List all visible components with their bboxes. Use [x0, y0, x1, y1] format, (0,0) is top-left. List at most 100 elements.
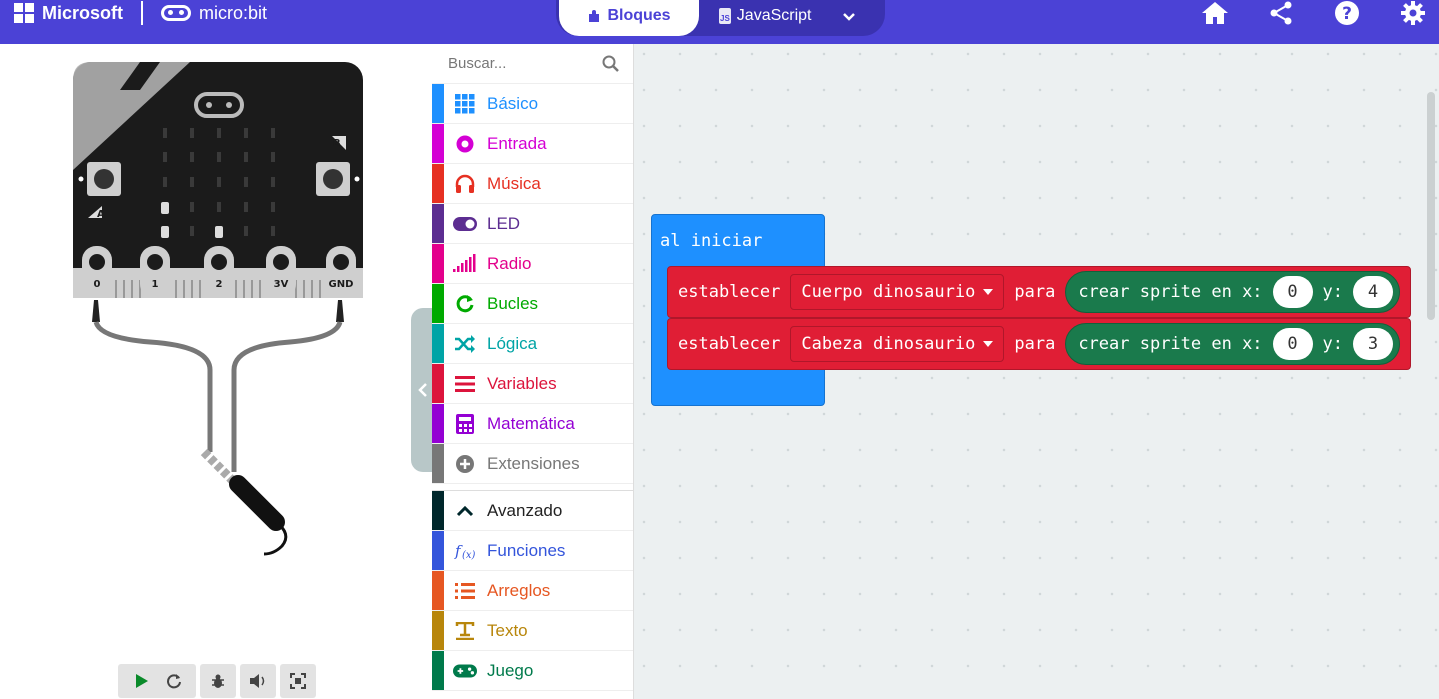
search-input[interactable]: Buscar... — [448, 55, 506, 72]
category-label: Básico — [487, 93, 539, 113]
y-value-input[interactable]: 4 — [1353, 276, 1394, 308]
create-sprite-block[interactable]: crear sprite en x: 0 y: 3 — [1065, 323, 1401, 365]
category-lógica[interactable]: Lógica — [432, 324, 633, 364]
y-label: y: — [1322, 282, 1344, 302]
chevron-up-icon — [453, 499, 477, 523]
pin-1-label: 1 — [152, 279, 159, 290]
category-color-bar — [432, 491, 444, 530]
button-a-label: A — [97, 209, 105, 220]
category-led[interactable]: LED — [432, 204, 633, 244]
calculator-icon — [453, 412, 477, 436]
restart-icon[interactable] — [166, 673, 182, 689]
tab-javascript[interactable]: JS JavaScript — [699, 0, 829, 36]
target-icon — [453, 132, 477, 156]
variable-dropdown[interactable]: Cuerpo dinosaurio — [790, 274, 1005, 310]
x-value-input[interactable]: 0 — [1272, 328, 1313, 360]
category-divider — [432, 484, 633, 491]
category-variables[interactable]: Variables — [432, 364, 633, 404]
editor-mode-switch: Bloques JS JavaScript — [556, 0, 885, 36]
shuffle-icon — [453, 332, 477, 356]
function-icon: f (x) — [453, 539, 477, 563]
category-básico[interactable]: Básico — [432, 84, 633, 124]
category-label: Lógica — [487, 333, 538, 353]
microbit-board[interactable]: A B 0 1 2 3V GND — [70, 60, 370, 580]
workspace-scrollbar[interactable] — [1427, 92, 1435, 320]
category-color-bar — [432, 364, 444, 403]
category-label: Bucles — [487, 293, 539, 313]
y-value-input[interactable]: 3 — [1353, 328, 1394, 360]
category-label: Extensiones — [487, 453, 580, 473]
top-bar: Microsoft micro:bit Bloques JS JavaScrip… — [0, 0, 1439, 44]
category-música[interactable]: Música — [432, 164, 633, 204]
y-label: y: — [1322, 334, 1344, 354]
x-value-input[interactable]: 0 — [1272, 276, 1313, 308]
create-sprite-block[interactable]: crear sprite en x: 0 y: 4 — [1065, 271, 1401, 313]
category-color-bar — [432, 244, 444, 283]
blocks-workspace[interactable]: al iniciar establecer Cuerpo dinosaurio … — [634, 44, 1439, 699]
variable-name: Cuerpo dinosaurio — [801, 282, 976, 302]
share-icon[interactable] — [1265, 0, 1297, 26]
plus-circle-icon — [453, 452, 477, 476]
set-variable-block[interactable]: establecer Cuerpo dinosaurio para crear … — [667, 266, 1411, 318]
category-label: Entrada — [487, 133, 547, 153]
play-icon[interactable] — [133, 673, 149, 689]
advanced-category-list: Avanzado f (x) Funciones Arreglos Texto Juego — [432, 491, 633, 691]
text-icon — [453, 619, 477, 643]
category-color-bar — [432, 404, 444, 443]
debug-bug-icon[interactable] — [200, 664, 236, 698]
toolbox: Buscar... Básico Entrada Música LED Radio Buc… — [432, 44, 634, 699]
category-texto[interactable]: Texto — [432, 611, 633, 651]
category-color-bar — [432, 204, 444, 243]
tab-javascript-label: JavaScript — [736, 7, 812, 24]
sound-icon[interactable] — [240, 664, 276, 698]
search-icon[interactable] — [602, 55, 619, 72]
category-entrada[interactable]: Entrada — [432, 124, 633, 164]
category-label: Radio — [487, 253, 532, 273]
category-juego[interactable]: Juego — [432, 651, 633, 691]
category-radio[interactable]: Radio — [432, 244, 633, 284]
toolbox-search[interactable]: Buscar... — [432, 44, 633, 84]
fullscreen-icon[interactable] — [280, 664, 316, 698]
tab-blocks-label: Bloques — [607, 7, 671, 24]
category-avanzado[interactable]: Avanzado — [432, 491, 633, 531]
gamepad-icon — [453, 659, 477, 683]
microsoft-logo-icon — [14, 3, 34, 23]
category-label: Texto — [487, 620, 528, 640]
chevron-left-icon — [418, 383, 427, 397]
help-icon[interactable]: ? — [1331, 0, 1363, 26]
set-variable-block[interactable]: establecer Cabeza dinosaurio para crear … — [667, 318, 1411, 370]
home-icon[interactable] — [1199, 0, 1231, 26]
simulator-panel: A B 0 1 2 3V GND — [0, 44, 432, 699]
category-label: Arreglos — [487, 580, 551, 600]
brand[interactable]: Microsoft micro:bit — [14, 0, 267, 26]
microsoft-label: Microsoft — [42, 2, 123, 23]
brand-divider — [141, 1, 143, 25]
category-arreglos[interactable]: Arreglos — [432, 571, 633, 611]
toggle-icon — [453, 212, 477, 236]
js-file-icon: JS — [719, 8, 731, 24]
pin-2-label: 2 — [216, 279, 223, 290]
variable-name: Cabeza dinosaurio — [801, 334, 976, 354]
category-list: Básico Entrada Música LED Radio Bucles Lógica V… — [432, 84, 633, 484]
category-bucles[interactable]: Bucles — [432, 284, 633, 324]
svg-text:(x): (x) — [462, 550, 476, 561]
category-color-bar — [432, 571, 444, 610]
simulator-controls — [118, 664, 316, 698]
tab-blocks[interactable]: Bloques — [559, 0, 699, 36]
category-label: Juego — [487, 660, 534, 680]
gear-icon[interactable] — [1397, 0, 1429, 26]
category-color-bar — [432, 84, 444, 123]
variable-dropdown[interactable]: Cabeza dinosaurio — [790, 326, 1005, 362]
pin-gnd-label: GND — [329, 279, 354, 290]
to-keyword: para — [1014, 334, 1056, 354]
category-matemática[interactable]: Matemática — [432, 404, 633, 444]
create-sprite-label: crear sprite en x: — [1078, 334, 1263, 354]
chevron-down-icon[interactable] — [829, 6, 869, 27]
category-label: Matemática — [487, 413, 575, 433]
category-funciones[interactable]: f (x) Funciones — [432, 531, 633, 571]
category-color-bar — [432, 444, 444, 483]
category-label: Funciones — [487, 540, 566, 560]
category-extensiones[interactable]: Extensiones — [432, 444, 633, 484]
microbit-label: micro:bit — [199, 2, 268, 23]
category-color-bar — [432, 324, 444, 363]
